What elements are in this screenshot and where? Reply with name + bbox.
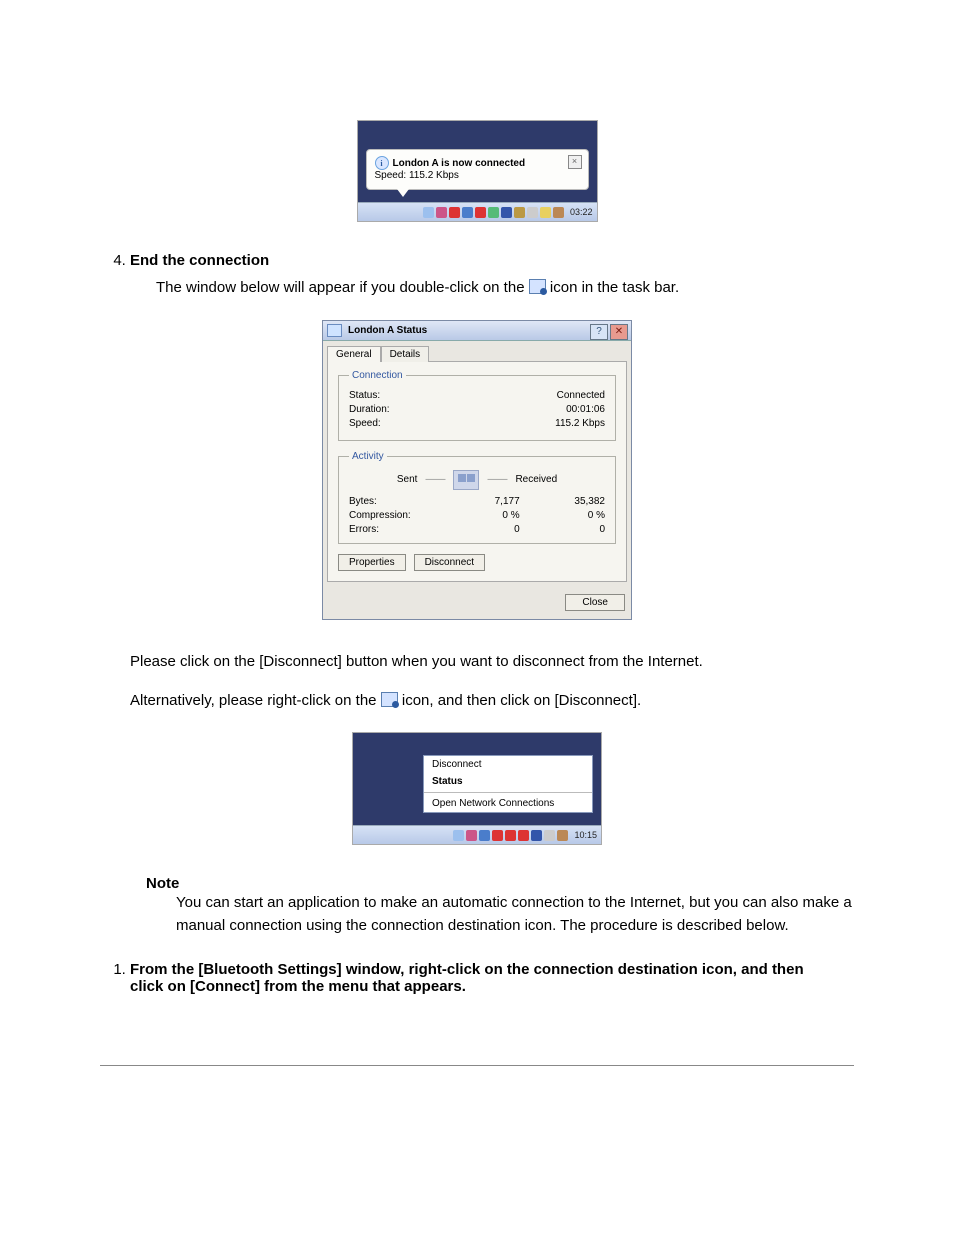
balloon-tail (397, 189, 409, 197)
tray-clock: 03:22 (570, 207, 593, 217)
dialog-titlebar: London A Status ? ✕ (323, 321, 631, 341)
speed-value: 115.2 Kbps (555, 418, 605, 429)
menu-item-disconnect[interactable]: Disconnect (424, 756, 592, 773)
dialog-help-button[interactable]: ? (590, 324, 608, 340)
list-item-step4: End the connection The window below will… (130, 252, 854, 300)
tray-icon[interactable] (544, 830, 555, 841)
context-menu: Disconnect Status Open Network Connectio… (423, 755, 593, 813)
tray-icon[interactable] (449, 207, 460, 218)
disconnect-button[interactable]: Disconnect (414, 554, 485, 571)
received-label: Received (515, 474, 557, 485)
info-icon: i (375, 156, 389, 170)
errors-sent: 0 (434, 524, 519, 535)
tab-panel-general: Connection Status: Connected Duration: 0… (327, 361, 627, 582)
bytes-label: Bytes: (349, 496, 434, 507)
note-body: You can start an application to make an … (176, 892, 854, 937)
compression-label: Compression: (349, 510, 434, 521)
menu-item-open-connections[interactable]: Open Network Connections (424, 795, 592, 812)
compression-recv: 0 % (520, 510, 605, 521)
tray-icon[interactable] (423, 207, 434, 218)
activity-dash-icon: —— (487, 474, 507, 485)
activity-dash-icon: —— (425, 474, 445, 485)
status-label: Status: (349, 390, 380, 401)
note-label: Note (146, 875, 854, 892)
notification-balloon: i London A is now connected Speed: 115.2… (366, 149, 589, 190)
tab-details[interactable]: Details (381, 346, 430, 362)
para-alt-instruction: Alternatively, please right-click on the… (130, 689, 854, 712)
tray-icon[interactable] (453, 830, 464, 841)
tray-icon[interactable] (531, 830, 542, 841)
tray-icon[interactable] (557, 830, 568, 841)
connection-tray-icon (381, 692, 398, 707)
tray-icon[interactable] (514, 207, 525, 218)
figure-notification: i London A is now connected Speed: 115.2… (100, 120, 854, 222)
para-alt-after: icon, and then click on [Disconnect]. (402, 692, 641, 709)
bytes-recv: 35,382 (520, 496, 605, 507)
close-button[interactable]: Close (565, 594, 625, 611)
tray-icon[interactable] (505, 830, 516, 841)
group-activity-legend: Activity (349, 451, 387, 462)
para-alt-before: Alternatively, please right-click on the (130, 692, 377, 709)
balloon-title-text: London A is now connected (393, 158, 526, 169)
duration-label: Duration: (349, 404, 390, 415)
step4-heading: End the connection (130, 252, 854, 269)
tray-icon[interactable] (518, 830, 529, 841)
menu-item-status[interactable]: Status (424, 773, 592, 790)
tray-icon[interactable] (479, 830, 490, 841)
dialog-title-icon (327, 324, 342, 337)
step1b-heading-text: From the [Bluetooth Settings] window, ri… (130, 961, 804, 995)
duration-value: 00:01:06 (566, 404, 605, 415)
tray-icon[interactable] (475, 207, 486, 218)
tray-icon[interactable] (553, 207, 564, 218)
menu-separator (424, 792, 592, 793)
footer-rule (100, 1065, 854, 1066)
para-disconnect-instruction: Please click on the [Disconnect] button … (130, 650, 854, 673)
tray-icon[interactable] (527, 207, 538, 218)
system-tray: 03:22 (358, 202, 597, 221)
balloon-close-button[interactable]: × (568, 155, 582, 169)
group-connection-legend: Connection (349, 370, 406, 381)
dialog-title-text: London A Status (348, 325, 427, 336)
figure-context-menu: Disconnect Status Open Network Connectio… (100, 732, 854, 845)
step4-body-after: icon in the task bar. (550, 279, 679, 296)
tray-icon[interactable] (492, 830, 503, 841)
system-tray: 10:15 (353, 825, 601, 844)
group-activity: Activity Sent —— —— Received Bytes: 7,17… (338, 451, 616, 544)
figure-status-dialog: London A Status ? ✕ General Details Conn… (100, 320, 854, 620)
step1b-heading: From the [Bluetooth Settings] window, ri… (130, 961, 830, 995)
list-item-step1b: From the [Bluetooth Settings] window, ri… (130, 961, 854, 995)
tray-icon[interactable] (540, 207, 551, 218)
dialog-close-button[interactable]: ✕ (610, 324, 628, 340)
errors-recv: 0 (520, 524, 605, 535)
tray-clock: 10:15 (574, 830, 597, 840)
tab-general[interactable]: General (327, 346, 381, 362)
compression-sent: 0 % (434, 510, 519, 521)
speed-label: Speed: (349, 418, 381, 429)
status-value: Connected (557, 390, 605, 401)
errors-label: Errors: (349, 524, 434, 535)
tray-icon[interactable] (466, 830, 477, 841)
tabs-bar: General Details (323, 341, 631, 361)
activity-computers-icon (453, 470, 479, 490)
properties-button[interactable]: Properties (338, 554, 406, 571)
bytes-sent: 7,177 (434, 496, 519, 507)
balloon-speed-text: Speed: 115.2 Kbps (375, 170, 580, 181)
step4-body-before: The window below will appear if you doub… (156, 279, 525, 296)
sent-label: Sent (397, 474, 418, 485)
tray-icon[interactable] (462, 207, 473, 218)
connection-tray-icon (529, 279, 546, 294)
tray-icon[interactable] (488, 207, 499, 218)
group-connection: Connection Status: Connected Duration: 0… (338, 370, 616, 441)
tray-icon[interactable] (501, 207, 512, 218)
tray-icon[interactable] (436, 207, 447, 218)
